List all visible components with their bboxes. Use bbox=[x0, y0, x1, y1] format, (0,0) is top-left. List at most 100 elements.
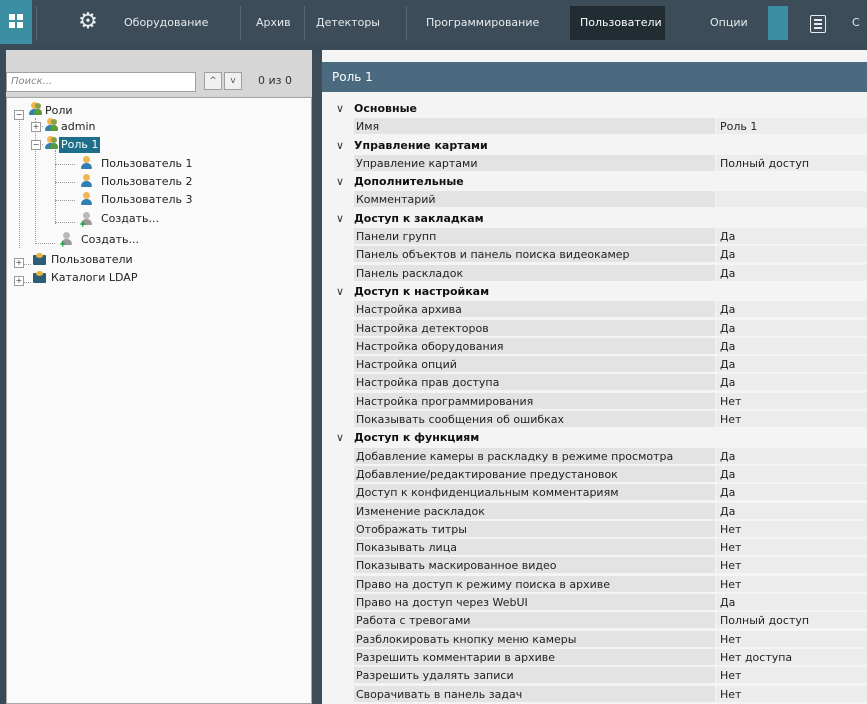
search-next-button[interactable]: v bbox=[224, 72, 242, 90]
tree-item-user[interactable]: Пользователь 2 bbox=[99, 174, 195, 190]
collapse-roles-toggle[interactable]: − bbox=[14, 110, 24, 120]
property-value[interactable]: Нет bbox=[716, 575, 867, 593]
property-value[interactable]: Нет bbox=[716, 667, 867, 685]
property-value[interactable]: Роль 1 bbox=[716, 118, 867, 136]
panel-splitter[interactable] bbox=[312, 50, 322, 704]
property-row[interactable]: Отображать титры Нет bbox=[322, 520, 867, 539]
expand-admin-toggle[interactable]: + bbox=[31, 122, 41, 132]
property-row[interactable]: Панель раскладок Да bbox=[322, 264, 867, 283]
property-row[interactable]: Показывать сообщения об ошибках Нет bbox=[322, 411, 867, 429]
chevron-down-icon[interactable]: ∨ bbox=[336, 210, 346, 228]
property-row[interactable]: Настройка прав доступа Да bbox=[322, 374, 867, 392]
property-value[interactable]: Нет bbox=[716, 630, 867, 648]
property-row[interactable]: Настройка опций Да bbox=[322, 356, 867, 374]
property-value[interactable]: Нет bbox=[716, 539, 867, 557]
property-value[interactable]: Да bbox=[716, 264, 867, 282]
section-header[interactable]: ∨ Доступ к настройкам bbox=[322, 282, 867, 302]
search-prev-button[interactable]: ^ bbox=[204, 72, 222, 90]
property-row[interactable]: Настройка детекторов Да bbox=[322, 319, 867, 338]
tree-item-roles[interactable]: Роли bbox=[43, 103, 75, 119]
create-role-button[interactable]: Создать... bbox=[79, 232, 141, 248]
property-row[interactable]: Имя Роль 1 bbox=[322, 118, 867, 136]
property-row[interactable]: Добавление камеры в раскладку в режиме п… bbox=[322, 447, 867, 466]
property-row[interactable]: Работа с тревогами Полный доступ bbox=[322, 612, 867, 630]
property-value[interactable]: Да bbox=[716, 246, 867, 264]
collapse-role1-toggle[interactable]: − bbox=[31, 140, 41, 150]
property-value[interactable]: Да bbox=[716, 465, 867, 483]
property-value[interactable]: Да bbox=[716, 319, 867, 337]
tree-item-ldap[interactable]: Каталоги LDAP bbox=[49, 270, 139, 286]
create-user-button[interactable]: Создать... bbox=[99, 211, 161, 227]
report-button[interactable] bbox=[806, 6, 832, 40]
property-row[interactable]: Разблокировать кнопку меню камеры Нет bbox=[322, 630, 867, 649]
property-value[interactable]: Нет bbox=[716, 685, 867, 703]
property-value[interactable]: Да bbox=[716, 594, 867, 612]
expand-ldap-toggle[interactable]: + bbox=[14, 276, 24, 286]
property-row[interactable]: Настройка программирования Нет bbox=[322, 392, 867, 411]
tab-options[interactable]: Опции bbox=[700, 6, 758, 40]
property-value[interactable]: Нет bbox=[716, 520, 867, 538]
property-row[interactable]: Управление картами Полный доступ bbox=[322, 154, 867, 173]
property-value[interactable]: Полный доступ bbox=[716, 612, 867, 630]
section-header[interactable]: ∨ Основные bbox=[322, 100, 867, 119]
property-value[interactable]: Да bbox=[716, 374, 867, 392]
tree-item-role1[interactable]: Роль 1 bbox=[59, 137, 101, 153]
property-row[interactable]: Право на доступ к режиму поиска в архиве… bbox=[322, 575, 867, 594]
tab-truncated[interactable]: С bbox=[852, 6, 860, 40]
tab-archive[interactable]: Архив bbox=[246, 6, 301, 40]
section-title: Основные bbox=[354, 102, 417, 115]
property-value[interactable]: Да bbox=[716, 502, 867, 520]
tree-item-users[interactable]: Пользователи bbox=[49, 252, 135, 268]
property-row[interactable]: Доступ к конфиденциальным комментариям Да bbox=[322, 484, 867, 502]
property-value[interactable]: Нет bbox=[716, 557, 867, 575]
property-name: Панели групп bbox=[354, 228, 715, 246]
property-row[interactable]: Разрешить комментарии в архиве Нет доступ… bbox=[322, 648, 867, 667]
property-row[interactable]: Право на доступ через WebUI Да bbox=[322, 594, 867, 612]
property-value[interactable]: Нет bbox=[716, 411, 867, 429]
property-value[interactable]: Да bbox=[716, 447, 867, 465]
property-row[interactable]: Сворачивать в панель задач Нет bbox=[322, 685, 867, 704]
property-row[interactable]: Показывать лица Нет bbox=[322, 539, 867, 557]
property-row[interactable]: Изменение раскладок Да bbox=[322, 502, 867, 521]
tree-item-admin[interactable]: admin bbox=[59, 119, 97, 135]
tab-programming[interactable]: Программирование bbox=[416, 6, 549, 40]
property-value[interactable]: Да bbox=[716, 484, 867, 502]
property-row[interactable]: Разрешить удалять записи Нет bbox=[322, 667, 867, 685]
section-header[interactable]: ∨ Доступ к функциям bbox=[322, 429, 867, 448]
property-value[interactable]: Полный доступ bbox=[716, 154, 867, 172]
search-input[interactable]: Поиск... bbox=[6, 72, 196, 92]
property-value[interactable]: Да bbox=[716, 301, 867, 319]
property-row[interactable]: Добавление/редактирование предустановок Д… bbox=[322, 465, 867, 484]
tab-detectors[interactable]: Детекторы bbox=[306, 6, 390, 40]
property-value[interactable]: Нет bbox=[716, 392, 867, 410]
chevron-down-icon[interactable]: ∨ bbox=[336, 137, 346, 155]
property-value[interactable]: Да bbox=[716, 356, 867, 374]
tree-item-user[interactable]: Пользователь 3 bbox=[99, 192, 195, 208]
property-row[interactable]: Настройка архива Да bbox=[322, 301, 867, 319]
chevron-down-icon[interactable]: ∨ bbox=[336, 173, 346, 191]
settings-gear-icon[interactable]: ⚙ bbox=[66, 2, 110, 42]
property-row[interactable]: Панели групп Да bbox=[322, 228, 867, 246]
admin-role-icon bbox=[43, 118, 58, 132]
section-header[interactable]: ∨ Дополнительные bbox=[322, 173, 867, 192]
chevron-down-icon[interactable]: ∨ bbox=[336, 429, 346, 447]
property-row[interactable]: Панель объектов и панель поиска видеокам… bbox=[322, 246, 867, 264]
property-name: Настройка программирования bbox=[354, 392, 715, 410]
property-name: Разрешить удалять записи bbox=[354, 667, 715, 685]
property-row[interactable]: Комментарий bbox=[322, 191, 867, 209]
section-header[interactable]: ∨ Управление картами bbox=[322, 136, 867, 155]
expand-users-toggle[interactable]: + bbox=[14, 258, 24, 268]
section-header[interactable]: ∨ Доступ к закладкам bbox=[322, 209, 867, 229]
property-row[interactable]: Показывать маскированное видео Нет bbox=[322, 557, 867, 575]
property-value[interactable]: Да bbox=[716, 337, 867, 355]
property-value[interactable] bbox=[716, 191, 867, 209]
property-value[interactable]: Нет доступа bbox=[716, 648, 867, 666]
home-grid-button[interactable] bbox=[0, 0, 32, 44]
tree-item-user[interactable]: Пользователь 1 bbox=[99, 156, 195, 172]
chevron-down-icon[interactable]: ∨ bbox=[336, 100, 346, 118]
chevron-down-icon[interactable]: ∨ bbox=[336, 283, 346, 301]
tab-equipment[interactable]: Оборудование bbox=[114, 6, 218, 40]
tab-users[interactable]: Пользователи bbox=[570, 6, 665, 40]
property-row[interactable]: Настройка оборудования Да bbox=[322, 337, 867, 356]
property-value[interactable]: Да bbox=[716, 228, 867, 246]
